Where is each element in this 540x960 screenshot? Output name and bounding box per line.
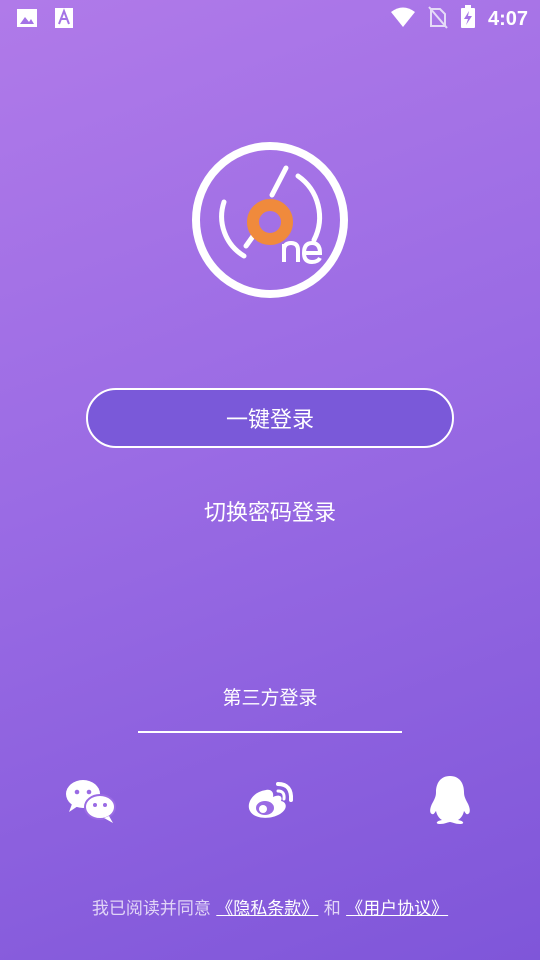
clock: 4:07 xyxy=(487,7,528,30)
privacy-policy-link[interactable]: 《隐私条款》 xyxy=(216,899,318,919)
status-bar: 4:07 xyxy=(0,0,540,36)
agreement-and: 和 xyxy=(323,899,341,919)
weibo-icon[interactable] xyxy=(242,772,298,828)
qq-icon[interactable] xyxy=(422,772,478,828)
wifi-icon xyxy=(390,6,416,32)
third-party-divider xyxy=(138,731,402,733)
switch-password-login-link[interactable]: 切换密码登录 xyxy=(0,495,540,527)
no-sim-icon xyxy=(428,5,448,33)
gallery-notification-icon xyxy=(16,7,38,33)
one-key-login-button[interactable]: 一键登录 xyxy=(86,388,454,448)
text-a-notification-icon xyxy=(54,7,74,33)
one-logo xyxy=(190,140,350,300)
wechat-icon[interactable] xyxy=(63,772,119,828)
user-agreement-link[interactable]: 《用户协议》 xyxy=(346,899,448,919)
battery-charging-icon xyxy=(460,5,476,33)
agreement-prefix: 我已阅读并同意 xyxy=(91,899,211,919)
agreement-text: 我已阅读并同意 《隐私条款》 和 《用户协议》 xyxy=(0,894,540,919)
third-party-login-title: 第三方登录 xyxy=(222,687,318,709)
